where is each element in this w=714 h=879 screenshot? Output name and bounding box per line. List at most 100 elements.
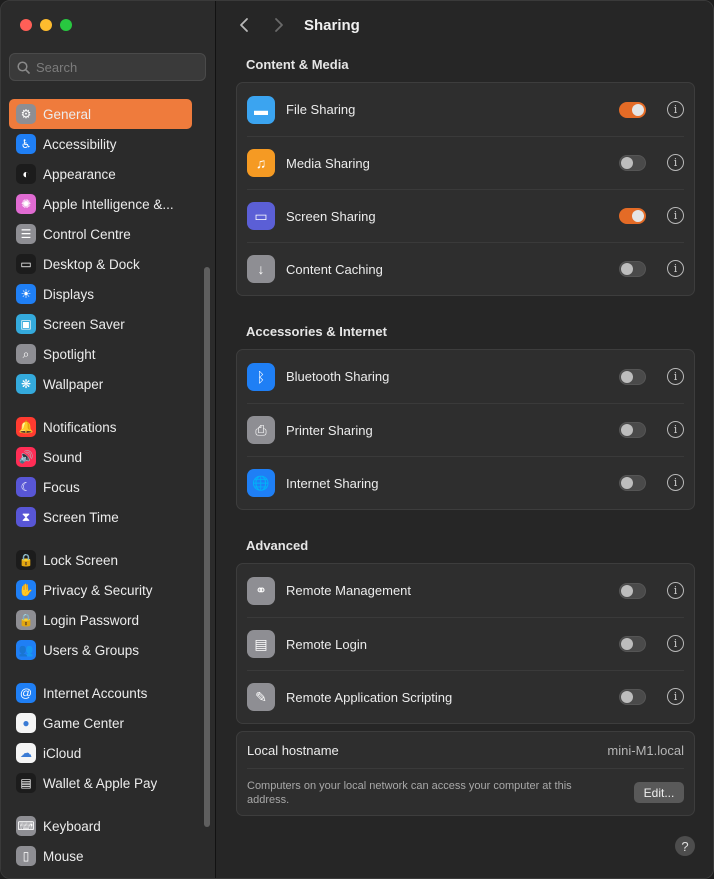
content-caching-toggle[interactable] — [619, 261, 646, 277]
sidebar-item-label: Privacy & Security — [43, 582, 153, 598]
screen-saver-icon: ▣ — [16, 314, 36, 334]
remote-management-toggle[interactable] — [619, 582, 646, 599]
divider — [247, 768, 684, 769]
info-icon[interactable]: i — [667, 154, 684, 171]
printer-icon: ⎙ — [247, 416, 275, 444]
sidebar-item-wallet-apple-pay[interactable]: ▤ Wallet & Apple Pay — [9, 768, 192, 798]
sidebar-item-sound[interactable]: 🔊 Sound — [9, 442, 192, 472]
close-window-button[interactable] — [20, 19, 32, 31]
remote-application-scripting-toggle[interactable] — [619, 689, 646, 705]
wallet-icon: ▤ — [16, 773, 36, 793]
toggle-knob — [621, 638, 633, 650]
sidebar-nav: ⚙ General ♿ Accessibility ◐ Appearance ✺ Apple … — [9, 99, 192, 871]
info-icon[interactable]: i — [667, 474, 684, 491]
sidebar-item-privacy-security[interactable]: ✋ Privacy & Security — [9, 575, 192, 605]
media-sharing-icon: ♫ — [247, 149, 275, 177]
toggle-knob — [621, 424, 633, 436]
sidebar-item-accessibility[interactable]: ♿ Accessibility — [9, 129, 192, 159]
row-file-sharing: ▬ File Sharing i — [247, 83, 684, 136]
accessibility-icon: ♿ — [16, 134, 36, 154]
sidebar-item-label: Wallpaper — [43, 376, 104, 392]
game-center-icon: ● — [16, 713, 36, 733]
sidebar-item-label: Accessibility — [43, 136, 117, 152]
users-groups-icon: 👥 — [16, 640, 36, 660]
info-icon[interactable]: i — [667, 207, 684, 224]
remote-login-toggle[interactable] — [619, 636, 646, 652]
sidebar-item-apple-intelligence[interactable]: ✺ Apple Intelligence &... — [9, 189, 192, 219]
row-label: Internet Sharing — [286, 475, 379, 491]
row-screen-sharing: ▭ Screen Sharing i — [247, 189, 684, 242]
toggle-knob — [632, 210, 644, 222]
sidebar-item-lock-screen[interactable]: 🔒 Lock Screen — [9, 545, 192, 575]
info-icon[interactable]: i — [667, 581, 684, 599]
wallpaper-icon: ❋ — [16, 374, 36, 394]
hostname-panel: Local hostname mini-M1.local Computers o… — [236, 731, 695, 816]
row-label: Screen Sharing — [286, 208, 376, 224]
sidebar-item-label: Screen Time — [43, 509, 119, 525]
remote-login-icon: ▤ — [247, 630, 275, 658]
sidebar-item-icloud[interactable]: ☁ iCloud — [9, 738, 192, 768]
sidebar-item-desktop-dock[interactable]: ▭ Desktop & Dock — [9, 249, 192, 279]
bluetooth-sharing-toggle[interactable] — [619, 368, 646, 385]
row-label: Remote Application Scripting — [286, 689, 453, 705]
info-icon[interactable]: i — [667, 367, 684, 385]
edit-hostname-button[interactable]: Edit... — [634, 782, 684, 803]
sidebar-item-general[interactable]: ⚙ General — [9, 99, 192, 129]
sidebar-item-label: Displays — [43, 286, 95, 302]
section-title-content-media: Content & Media — [246, 57, 349, 72]
sidebar-item-login-password[interactable]: 🔒 Login Password — [9, 605, 192, 635]
media-sharing-toggle[interactable] — [619, 155, 646, 171]
minimize-window-button[interactable] — [40, 19, 52, 31]
scripting-icon: ✎ — [247, 683, 275, 711]
sidebar-scrollbar[interactable] — [204, 267, 210, 827]
info-icon[interactable]: i — [667, 260, 684, 277]
info-icon[interactable]: i — [667, 100, 684, 118]
forward-button[interactable] — [267, 13, 291, 37]
row-label: Remote Login — [286, 636, 367, 652]
back-button[interactable] — [232, 13, 256, 37]
screen-sharing-toggle[interactable] — [619, 208, 646, 224]
sidebar-item-notifications[interactable]: 🔔 Notifications — [9, 412, 192, 442]
sidebar-item-screen-saver[interactable]: ▣ Screen Saver — [9, 309, 192, 339]
sidebar: ⚙ General ♿ Accessibility ◐ Appearance ✺ Apple … — [1, 1, 216, 878]
sidebar-item-users-groups[interactable]: 👥 Users & Groups — [9, 635, 192, 665]
privacy-hand-icon: ✋ — [16, 580, 36, 600]
bluetooth-icon: ᛒ — [247, 362, 275, 391]
internet-sharing-toggle[interactable] — [619, 475, 646, 491]
page-title: Sharing — [304, 16, 360, 34]
sidebar-item-label: Desktop & Dock — [43, 256, 140, 272]
sidebar-item-mouse[interactable]: ▯ Mouse — [9, 841, 192, 871]
focus-icon: ☾ — [16, 477, 36, 497]
sidebar-item-appearance[interactable]: ◐ Appearance — [9, 159, 192, 189]
row-bluetooth-sharing: ᛒ Bluetooth Sharing i — [247, 350, 684, 403]
sidebar-item-label: Users & Groups — [43, 642, 140, 658]
row-label: File Sharing — [286, 102, 356, 117]
hostname-label: Local hostname — [247, 743, 339, 758]
sidebar-item-displays[interactable]: ☀ Displays — [9, 279, 192, 309]
sidebar-item-wallpaper[interactable]: ❋ Wallpaper — [9, 369, 192, 399]
file-sharing-toggle[interactable] — [619, 101, 646, 118]
row-remote-application-scripting: ✎ Remote Application Scripting i — [247, 670, 684, 723]
sidebar-item-internet-accounts[interactable]: @ Internet Accounts — [9, 678, 192, 708]
spotlight-icon: ⌕ — [16, 344, 36, 364]
sidebar-item-game-center[interactable]: ● Game Center — [9, 708, 192, 738]
sidebar-item-spotlight[interactable]: ⌕ Spotlight — [9, 339, 192, 369]
sidebar-item-control-centre[interactable]: ☰ Control Centre — [9, 219, 192, 249]
help-button[interactable]: ? — [675, 836, 695, 856]
sidebar-item-focus[interactable]: ☾ Focus — [9, 472, 192, 502]
info-icon[interactable]: i — [667, 635, 684, 652]
search-field[interactable] — [9, 53, 206, 81]
sound-icon: 🔊 — [16, 447, 36, 467]
row-remote-login: ▤ Remote Login i — [247, 617, 684, 670]
sidebar-item-screen-time[interactable]: ⧗ Screen Time — [9, 502, 192, 532]
sidebar-item-keyboard[interactable]: ⌨ Keyboard — [9, 811, 192, 841]
sidebar-item-label: iCloud — [43, 745, 82, 761]
printer-sharing-toggle[interactable] — [619, 422, 646, 438]
maximize-window-button[interactable] — [60, 19, 72, 31]
info-icon[interactable]: i — [667, 688, 684, 705]
info-icon[interactable]: i — [667, 421, 684, 438]
search-input[interactable] — [36, 59, 196, 75]
